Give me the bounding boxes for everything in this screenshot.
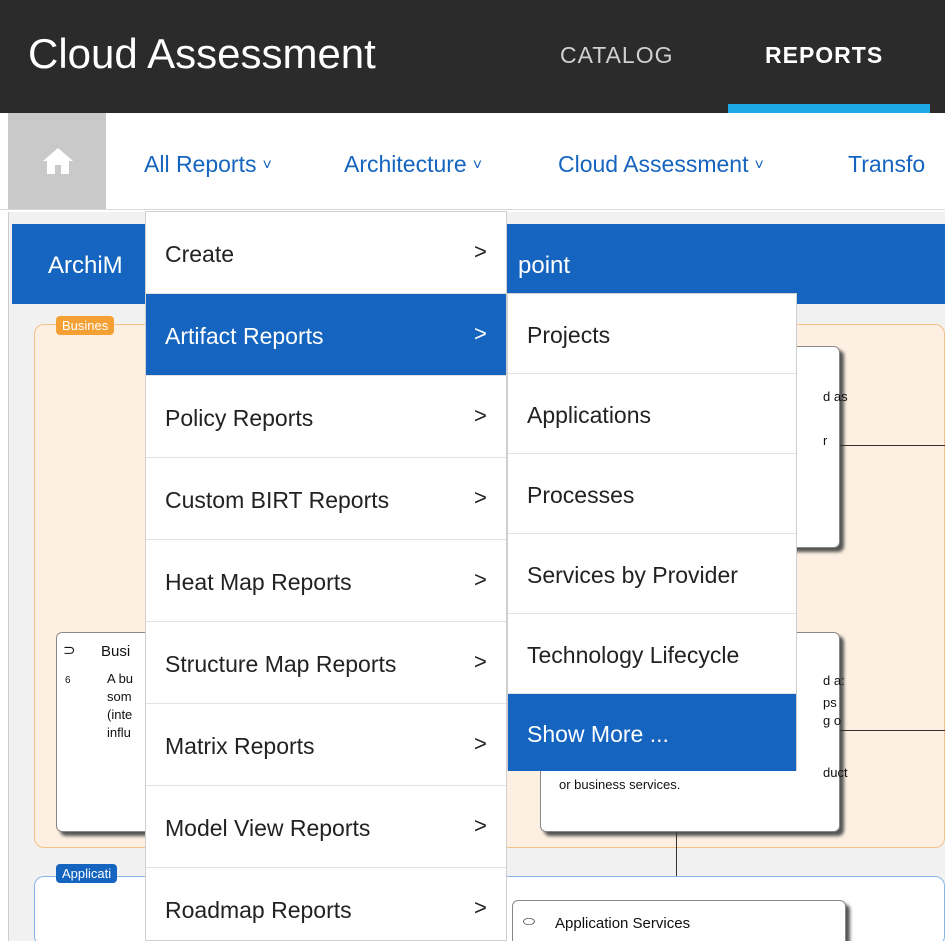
submenu-item-show-more[interactable]: Show More ... <box>508 694 796 771</box>
submenu-item-label: Technology Lifecycle <box>527 642 740 668</box>
tab-catalog[interactable]: CATALOG <box>560 42 674 69</box>
box-text: g o <box>823 713 842 728</box>
menu-item-label: Artifact Reports <box>165 323 324 349</box>
menu-item-label: Policy Reports <box>165 405 314 431</box>
box-text: duct <box>823 765 848 780</box>
menu-item-custom-birt-reports[interactable]: Custom BIRT Reports > <box>146 458 506 540</box>
app-title: Cloud Assessment <box>28 30 376 77</box>
menu-item-label: Create <box>165 241 235 267</box>
box-text: d a: <box>823 673 845 688</box>
tab-reports[interactable]: REPORTS <box>765 42 883 69</box>
submenu-item-label: Applications <box>527 402 652 428</box>
chevron-right-icon: > <box>474 813 487 838</box>
subnav-transformation[interactable]: Transfo <box>848 151 925 178</box>
chevron-right-icon: > <box>474 321 487 346</box>
menu-item-structure-map-reports[interactable]: Structure Map Reports > <box>146 622 506 704</box>
submenu-item-label: Processes <box>527 482 635 508</box>
menu-item-label: Model View Reports <box>165 815 371 841</box>
top-header: Cloud Assessment CATALOG REPORTS <box>0 0 945 113</box>
home-icon <box>43 148 73 174</box>
menu-item-label: Heat Map Reports <box>165 569 352 595</box>
connector-line <box>840 730 945 731</box>
menu-item-create[interactable]: Create > <box>146 212 506 294</box>
view-title-partial-left: ArchiM <box>48 252 123 279</box>
chevron-down-icon: ˅ <box>262 157 272 174</box>
box-text: A bu <box>107 671 134 686</box>
menu-item-matrix-reports[interactable]: Matrix Reports > <box>146 704 506 786</box>
all-reports-menu: Create > Artifact Reports > Policy Repor… <box>145 211 507 941</box>
subnav-cloud-assessment[interactable]: Cloud Assessment ˅ <box>558 151 764 178</box>
box-text: d as <box>823 389 848 404</box>
submenu-item-label: Projects <box>527 322 611 348</box>
subnav-all-reports-label: All Reports <box>144 151 257 177</box>
menu-item-label: Custom BIRT Reports <box>165 487 390 513</box>
subnav-architecture-label: Architecture <box>344 151 467 177</box>
business-layer-tag: Busines <box>56 316 115 335</box>
submenu-item-applications[interactable]: Applications <box>508 374 796 454</box>
chevron-right-icon: > <box>474 649 487 674</box>
chevron-right-icon: > <box>474 731 487 756</box>
chevron-down-icon: ˅ <box>754 157 764 174</box>
menu-item-label: Matrix Reports <box>165 733 315 759</box>
chevron-right-icon: > <box>474 239 487 264</box>
menu-item-artifact-reports[interactable]: Artifact Reports > <box>146 294 506 376</box>
active-tab-indicator <box>728 104 930 113</box>
chevron-right-icon: > <box>474 895 487 920</box>
box-title: Application Services <box>555 915 691 932</box>
diagram-box[interactable]: ⬭ Application Services <box>512 900 846 941</box>
submenu-item-projects[interactable]: Projects <box>508 294 796 374</box>
connector-line <box>840 445 945 446</box>
submenu-item-services-by-provider[interactable]: Services by Provider <box>508 534 796 614</box>
submenu-item-label: Services by Provider <box>527 562 738 588</box>
application-layer-tag: Applicati <box>56 864 118 883</box>
box-text: r <box>823 433 828 448</box>
chevron-down-icon: ˅ <box>472 157 483 174</box>
chevron-right-icon: > <box>474 403 487 428</box>
box-title: Busi <box>101 643 131 660</box>
application-service-icon: ⬭ <box>523 913 535 929</box>
chevron-right-icon: > <box>474 567 487 592</box>
subnav-all-reports[interactable]: All Reports ˅ <box>144 151 272 178</box>
chevron-right-icon: > <box>474 485 487 510</box>
menu-item-model-view-reports[interactable]: Model View Reports > <box>146 786 506 868</box>
menu-item-label: Roadmap Reports <box>165 897 352 923</box>
subnav-transformation-label: Transfo <box>848 151 926 177</box>
subnav-cloud-assessment-label: Cloud Assessment <box>558 151 749 177</box>
submenu-item-label: Show More ... <box>527 721 669 747</box>
box-text: or business services. <box>559 777 681 792</box>
reports-subnav: All Reports ˅ Architecture ˅ Cloud Assessm… <box>0 113 945 210</box>
box-text: influ <box>107 725 131 740</box>
subnav-architecture[interactable]: Architecture ˅ <box>344 151 482 178</box>
menu-item-label: Structure Map Reports <box>165 651 397 677</box>
view-title-partial-right: point <box>518 252 571 279</box>
box-text: ps <box>823 695 837 710</box>
menu-item-heat-map-reports[interactable]: Heat Map Reports > <box>146 540 506 622</box>
business-service-icon: ⊃ <box>63 642 76 659</box>
menu-item-policy-reports[interactable]: Policy Reports > <box>146 376 506 458</box>
artifact-reports-submenu: Projects Applications Processes Services… <box>507 293 797 771</box>
box-text: som <box>107 689 132 704</box>
submenu-item-technology-lifecycle[interactable]: Technology Lifecycle <box>508 614 796 694</box>
menu-item-roadmap-reports[interactable]: Roadmap Reports > <box>146 868 506 941</box>
home-button[interactable] <box>8 113 106 209</box>
submenu-item-processes[interactable]: Processes <box>508 454 796 534</box>
box-text: (inte <box>107 707 133 722</box>
box-badge: 6 <box>65 675 71 686</box>
